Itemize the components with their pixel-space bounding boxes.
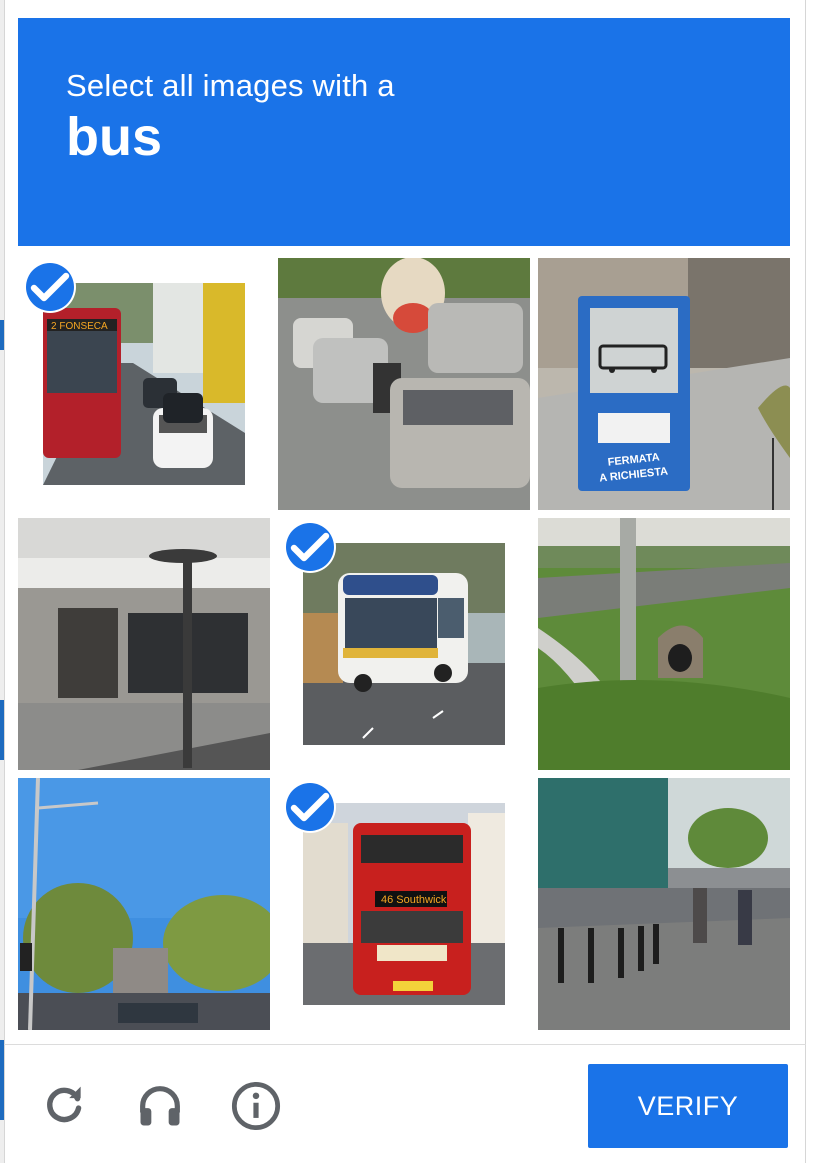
reload-icon[interactable] (36, 1078, 92, 1134)
tile-2[interactable] (278, 258, 530, 510)
tile-5[interactable] (278, 518, 530, 770)
challenge-header: Select all images with a bus (18, 18, 790, 246)
tile-8[interactable]: 46 Southwick (278, 778, 530, 1030)
verify-button[interactable]: VERIFY (588, 1064, 788, 1148)
tile-7[interactable] (18, 778, 270, 1030)
tile-4[interactable] (18, 518, 270, 770)
tile-2-image (278, 258, 530, 510)
info-icon[interactable] (228, 1078, 284, 1134)
check-icon (286, 523, 334, 571)
tile-5-image (303, 543, 505, 745)
instruction-text: Select all images with a (66, 68, 395, 103)
check-icon (26, 263, 74, 311)
tile-1[interactable]: 2 FONSECA (18, 258, 270, 510)
tile-9-image (538, 778, 790, 1030)
tile-1-bus-sign: 2 FONSECA (51, 321, 108, 332)
headphones-icon[interactable] (132, 1078, 188, 1134)
tile-7-image (18, 778, 270, 1030)
tile-3[interactable]: FERMATA A RICHIESTA (538, 258, 790, 510)
target-object: bus (66, 107, 163, 167)
tile-9[interactable] (538, 778, 790, 1030)
footer-divider (4, 1044, 806, 1045)
tile-6[interactable] (538, 518, 790, 770)
tile-3-image: FERMATA A RICHIESTA (538, 258, 790, 510)
check-icon (286, 783, 334, 831)
image-grid: 2 FONSECA FERMATA A RICHIESTA 46 Southwi… (18, 258, 790, 1030)
tile-8-image: 46 Southwick (303, 803, 505, 1005)
tile-1-image: 2 FONSECA (43, 283, 245, 485)
tile-6-image (538, 518, 790, 770)
tile-4-image (18, 518, 270, 770)
tile-8-bus-sign: 46 Southwick (381, 894, 447, 906)
